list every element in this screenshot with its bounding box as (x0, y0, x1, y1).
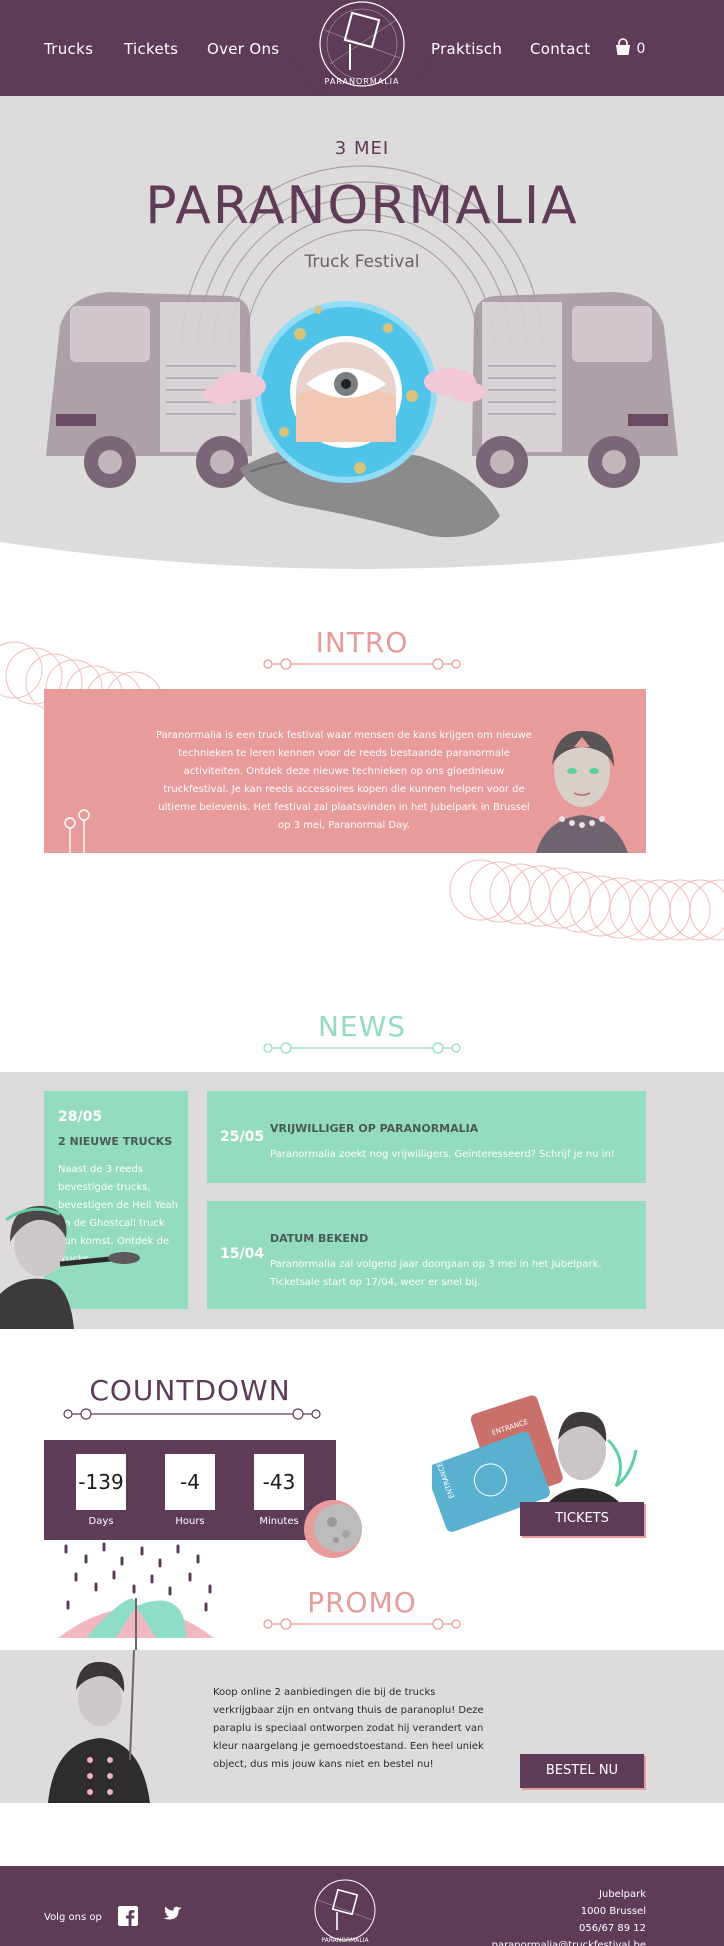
address-street: Jubelpark (599, 1889, 646, 1900)
nav-link-trucks[interactable]: Trucks (44, 40, 93, 58)
news-divider (263, 1042, 461, 1054)
follow-us-label: Volg ons op (44, 1912, 102, 1923)
countdown-minutes: -43 (254, 1454, 304, 1510)
address-city: 1000 Brussel (580, 1906, 646, 1917)
nav-link-over-ons[interactable]: Over Ons (207, 40, 279, 58)
countdown-heading: COUNTDOWN (89, 1374, 291, 1407)
facebook-icon[interactable] (118, 1906, 138, 1926)
order-now-button[interactable]: BESTEL NU (520, 1754, 644, 1788)
nav-link-tickets[interactable]: Tickets (124, 40, 178, 58)
news-heading-text: VRIJWILLIGER OP PARANORMALIA (270, 1122, 479, 1135)
festival-title: PARANORMALIA (145, 176, 579, 236)
news-heading-text: DATUM BEKEND (270, 1232, 369, 1245)
lollipop-decoration (64, 809, 90, 853)
site-logo[interactable]: PARANORMALIA (290, 0, 434, 108)
news-body: Paranormalia zal volgend jaar doorgaan o… (270, 1259, 602, 1288)
tickets-button[interactable]: TICKETS (520, 1502, 644, 1536)
address-phone[interactable]: 056/67 89 12 (492, 1920, 646, 1937)
news-heading: NEWS (317, 1010, 407, 1043)
right-truck (472, 292, 678, 488)
news-date: 25/05 (220, 1129, 265, 1145)
nav-link-praktisch[interactable]: Praktisch (431, 40, 502, 58)
footer-logo-wordmark: PARANORMALIA (321, 1937, 369, 1944)
twitter-icon[interactable] (160, 1906, 182, 1924)
promo-text: Koop online 2 aanbiedingen die bij de tr… (213, 1687, 484, 1770)
vintage-woman-phone-illustration (0, 1205, 140, 1329)
logo-icon: PARANORMALIA (319, 1, 405, 87)
umbrella-illustration (58, 1598, 214, 1650)
intro-card: Paranormalia is een truck festival waar … (44, 689, 646, 853)
festival-subtitle: Truck Festival (304, 252, 420, 272)
intro-divider (263, 658, 461, 670)
site-footer: Volg ons op PARANORMALIA Jubelpark 1000 … (0, 1866, 724, 1946)
news-card-2[interactable]: 25/05 VRIJWILLIGER OP PARANORMALIA Paran… (207, 1091, 646, 1183)
cart-icon (616, 38, 630, 55)
footer-logo-icon[interactable]: PARANORMALIA (310, 1876, 380, 1946)
woman-portrait (536, 730, 628, 853)
hours-label: Hours (175, 1516, 205, 1527)
hero-illustration (0, 165, 724, 576)
nav-link-contact[interactable]: Contact (530, 40, 590, 58)
contact-address: Jubelpark 1000 Brussel 056/67 89 12 para… (492, 1886, 646, 1946)
countdown-divider (63, 1408, 321, 1420)
countdown-timer: -139 Days -4 Hours -43 Minutes (44, 1440, 336, 1540)
address-email[interactable]: paranormalia@truckfestival.be (492, 1937, 646, 1946)
promo-divider (263, 1618, 461, 1630)
countdown-hours: -4 (165, 1454, 215, 1510)
news-card-3[interactable]: 15/04 DATUM BEKEND Paranormalia zal volg… (207, 1201, 646, 1309)
cart-count: 0 (636, 41, 646, 57)
top-navigation: Trucks Tickets Over Ons PARANORMALIA Pra… (0, 0, 724, 108)
festival-date: 3 MEI (334, 138, 390, 159)
news-heading-text: 2 NIEUWE TRUCKS (58, 1135, 173, 1148)
news-date: 15/04 (220, 1246, 265, 1262)
hero-section: 3 MEI PARANORMALIA Truck Festival (0, 96, 724, 576)
logo-wordmark: PARANORMALIA (325, 77, 400, 86)
intro-heading: INTRO (315, 626, 409, 659)
cart-button[interactable]: 0 (614, 38, 645, 57)
news-section: 28/05 2 NIEUWE TRUCKS Naast de 3 reeds b… (0, 1072, 724, 1329)
intro-text: Paranormalia is een truck festival waar … (156, 730, 532, 831)
news-date: 28/05 (58, 1109, 103, 1125)
moon-illustration (304, 1500, 362, 1558)
promo-heading: PROMO (307, 1586, 417, 1619)
news-body: Paranormalia zoekt nog vrijwilligers. Ge… (270, 1149, 615, 1160)
days-label: Days (88, 1516, 114, 1527)
countdown-days: -139 (76, 1454, 126, 1510)
woman-with-umbrella-illustration (48, 1650, 150, 1803)
promo-section: Koop online 2 aanbiedingen die bij de tr… (0, 1650, 724, 1803)
